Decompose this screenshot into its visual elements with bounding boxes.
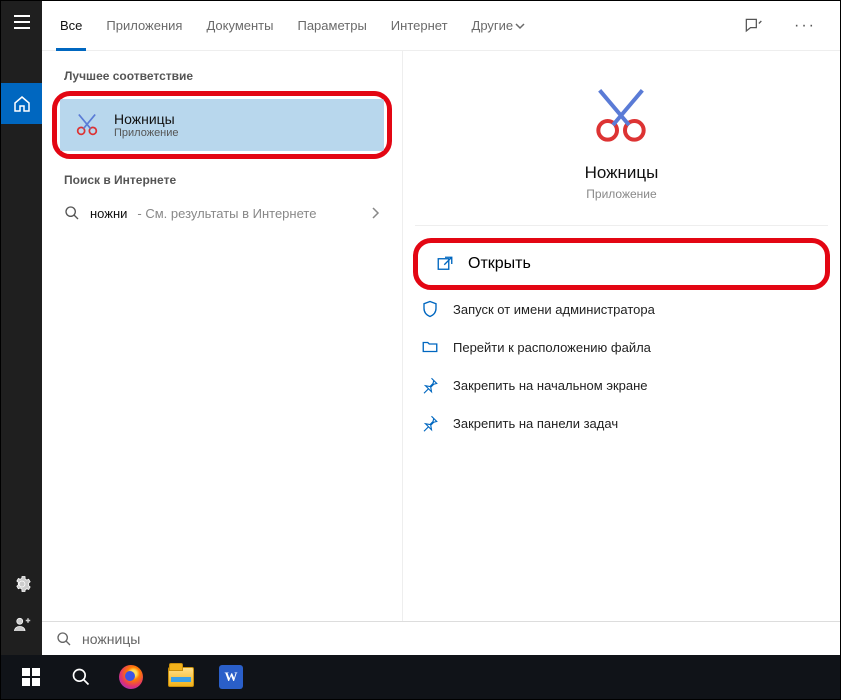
file-explorer-icon [168,667,194,687]
preview-title: Ножницы [585,163,659,183]
feedback-button[interactable] [736,9,770,43]
action-pin-taskbar-label: Закрепить на панели задач [453,416,618,431]
open-icon [436,255,454,273]
start-button[interactable] [7,657,55,697]
preview-hero: Ножницы Приложение [585,85,659,201]
tab-web[interactable]: Интернет [391,1,448,51]
taskbar-firefox[interactable] [107,657,155,697]
search-sidebar [1,1,42,655]
feedback-icon [743,16,763,36]
search-row [42,621,840,655]
settings-button[interactable] [1,563,42,604]
action-pin-taskbar[interactable]: Закрепить на панели задач [403,404,840,442]
best-match-subtitle: Приложение [114,127,179,139]
ellipsis-icon: ··· [794,17,816,35]
taskbar-file-explorer[interactable] [157,657,205,697]
scissors-icon [72,110,102,140]
home-icon [13,95,31,113]
web-query-text: ножни [90,206,127,221]
chevron-down-icon [515,21,525,31]
tab-settings[interactable]: Параметры [297,1,366,51]
windows-logo-icon [22,668,40,686]
word-icon: W [219,665,243,689]
preview-subtitle: Приложение [586,187,656,201]
home-button[interactable] [1,83,42,124]
filter-tabs: Все Приложения Документы Параметры Интер… [42,1,840,51]
folder-icon [421,338,439,356]
action-run-as-admin[interactable]: Запуск от имени администратора [403,290,840,328]
action-pin-start-label: Закрепить на начальном экране [453,378,648,393]
best-match-result[interactable]: Ножницы Приложение [60,99,384,151]
hamburger-icon [14,15,30,29]
tab-more-label: Другие [472,18,514,33]
hamburger-menu-button[interactable] [1,1,42,42]
web-query-hint: - См. результаты в Интернете [137,206,316,221]
search-input[interactable] [82,631,826,647]
annotation-highlight-2: Открыть [413,238,830,290]
web-results-header: Поиск в Интернете [42,173,402,195]
best-match-header: Лучшее соответствие [42,69,402,91]
pin-icon [421,414,439,432]
search-icon [71,667,91,687]
shield-icon [421,300,439,318]
results-list: Лучшее соответствие Ножницы Приложение П… [42,51,402,621]
search-icon [64,205,80,221]
search-icon [56,631,72,647]
action-open-label: Открыть [468,255,531,273]
taskbar-word[interactable]: W [207,657,255,697]
account-icon [13,616,31,634]
web-search-result[interactable]: ножни - См. результаты в Интернете [42,195,402,231]
taskbar: W [1,655,840,699]
taskbar-search-button[interactable] [57,657,105,697]
tab-documents[interactable]: Документы [206,1,273,51]
results-area: Лучшее соответствие Ножницы Приложение П… [42,51,840,621]
chevron-right-icon [370,206,380,220]
tab-more[interactable]: Другие [472,1,526,51]
gear-icon [13,575,31,593]
action-file-location-label: Перейти к расположению файла [453,340,651,355]
tab-all[interactable]: Все [60,1,82,51]
action-file-location[interactable]: Перейти к расположению файла [403,328,840,366]
annotation-highlight-1: Ножницы Приложение [52,91,392,159]
preview-actions: Открыть Запуск от имени администратора П… [403,226,840,454]
action-pin-start[interactable]: Закрепить на начальном экране [403,366,840,404]
best-match-title: Ножницы [114,111,179,127]
firefox-icon [119,665,143,689]
action-open[interactable]: Открыть [422,247,821,281]
action-run-as-admin-label: Запуск от имени администратора [453,302,655,317]
scissors-icon-large [589,85,653,149]
pin-icon [421,376,439,394]
tab-apps[interactable]: Приложения [106,1,182,51]
preview-pane: Ножницы Приложение Открыть Запуск от име… [402,51,840,621]
options-button[interactable]: ··· [788,9,822,43]
account-button[interactable] [1,604,42,645]
